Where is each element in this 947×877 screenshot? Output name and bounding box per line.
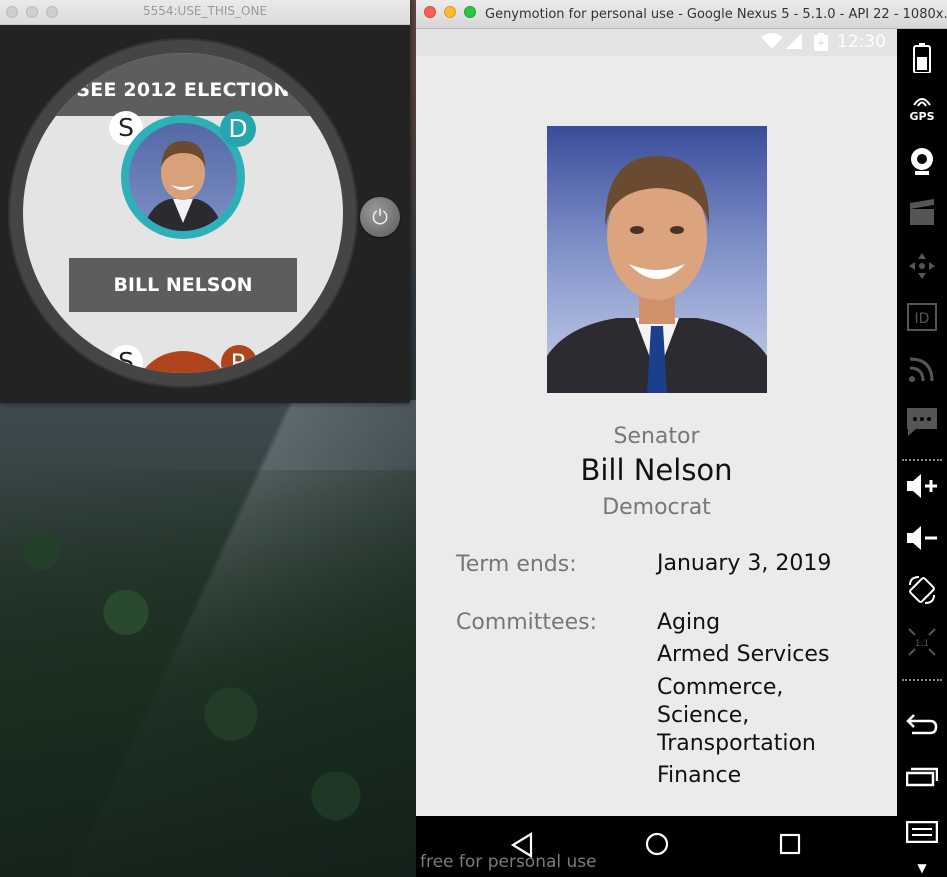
- committee-item: Commerce,: [657, 675, 784, 700]
- rss-icon[interactable]: [897, 355, 947, 389]
- close-window-button[interactable]: [424, 6, 436, 18]
- menu-icon[interactable]: [897, 820, 947, 849]
- wallpaper-trees: [0, 470, 420, 877]
- expand-more-icon[interactable]: ▼: [897, 861, 947, 875]
- party-badge: D: [220, 111, 256, 147]
- genymotion-window: Genymotion for personal use - Google Nex…: [416, 0, 947, 877]
- minimize-window-button[interactable]: [444, 6, 456, 18]
- status-time: 12:30: [837, 32, 886, 52]
- dpad-icon[interactable]: [897, 251, 947, 287]
- battery-widget-icon[interactable]: [897, 43, 947, 79]
- watch-face[interactable]: SEE 2012 ELECTION S D BILL NELSON S R: [23, 53, 343, 373]
- signal-icon: [786, 33, 802, 53]
- wear-emulator-window: 5554:USE_THIS_ONE SEE 2012 ELECTION S D …: [0, 0, 410, 403]
- senator-name: Bill Nelson: [580, 453, 733, 487]
- home-icon[interactable]: [645, 832, 669, 863]
- committees-label: Committees:: [456, 610, 597, 635]
- wear-window-title: 5554:USE_THIS_ONE: [142, 4, 268, 18]
- sms-icon[interactable]: [897, 407, 947, 443]
- senator-photo: [547, 126, 767, 393]
- genymotion-titlebar: Genymotion for personal use - Google Nex…: [416, 0, 947, 29]
- senator-avatar-photo: [129, 123, 237, 231]
- sidebar-divider: [902, 459, 942, 461]
- committee-item: Science,: [657, 703, 750, 728]
- committee-item: Finance: [657, 763, 742, 788]
- see-election-button[interactable]: SEE 2012 ELECTION: [23, 53, 343, 116]
- next-senator-avatar[interactable]: [133, 351, 233, 373]
- senator-party: Democrat: [602, 495, 711, 520]
- gps-label: GPS: [909, 110, 935, 123]
- status-bar: 12:30: [416, 29, 897, 56]
- term-label: Term ends:: [456, 552, 577, 577]
- watermark-text: free for personal use: [420, 852, 597, 872]
- zoom-window-button[interactable]: [464, 6, 476, 18]
- senator-portrait-image: [547, 156, 767, 393]
- term-value: January 3, 2019: [657, 551, 832, 576]
- pixel-perfect-label: 1:1: [915, 639, 929, 649]
- genymotion-window-title: Genymotion for personal use - Google Nex…: [485, 7, 947, 22]
- android-back-icon[interactable]: [897, 713, 947, 741]
- pixel-perfect-icon[interactable]: 1:1: [897, 627, 947, 663]
- recent-apps-icon[interactable]: [897, 767, 947, 793]
- wifi-icon: [761, 33, 783, 53]
- battery-icon: [814, 33, 828, 55]
- wear-titlebar: 5554:USE_THIS_ONE: [0, 0, 410, 25]
- phone-screen: 12:30 Senator Bill Nelson Democrat Term …: [416, 29, 897, 877]
- senator-name-button[interactable]: BILL NELSON: [69, 258, 297, 312]
- next-chamber-badge: S: [109, 345, 143, 373]
- capture-icon[interactable]: [897, 199, 947, 233]
- gps-icon[interactable]: GPS: [897, 95, 947, 123]
- senator-portrait-icon: [143, 141, 223, 231]
- device-id-label: ID: [915, 311, 930, 327]
- volume-down-icon[interactable]: [897, 525, 947, 557]
- committee-item: Armed Services: [657, 642, 830, 667]
- senator-role: Senator: [613, 424, 700, 449]
- volume-up-icon[interactable]: [897, 473, 947, 505]
- senator-detail-screen: Senator Bill Nelson Democrat Term ends: …: [416, 56, 897, 816]
- sidebar-divider: [902, 679, 942, 681]
- device-id-icon[interactable]: ID: [897, 303, 947, 337]
- committee-item: Aging: [657, 610, 721, 635]
- committee-item: Transportation: [657, 731, 816, 756]
- power-button[interactable]: ⏻: [360, 197, 400, 237]
- android-nav-bar: free for personal use: [416, 816, 897, 877]
- next-party-badge: R: [221, 345, 257, 373]
- rotate-icon[interactable]: [897, 575, 947, 611]
- webcam-icon[interactable]: [897, 147, 947, 183]
- recents-icon[interactable]: [779, 832, 801, 862]
- genymotion-sidebar: GPS ID 1:1 ▼: [897, 29, 947, 877]
